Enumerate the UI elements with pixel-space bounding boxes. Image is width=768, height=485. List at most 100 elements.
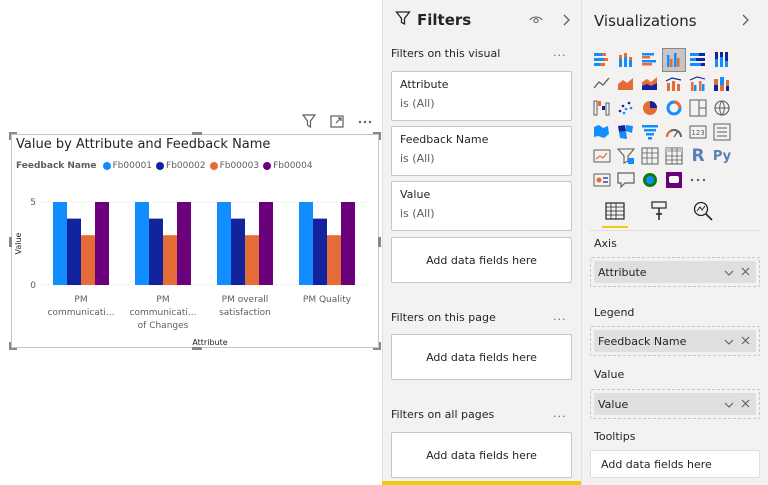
power-apps-icon[interactable] xyxy=(662,168,686,192)
filter-card-attribute[interactable]: Attribute is (All) xyxy=(391,71,572,121)
chevron-right-icon[interactable] xyxy=(561,12,573,31)
visualizations-tabs xyxy=(590,196,761,228)
tooltips-drop-zone[interactable]: Add data fields here xyxy=(590,450,760,478)
slicer-icon[interactable] xyxy=(614,144,638,168)
bar-fb00004 xyxy=(259,202,273,285)
donut-chart-icon[interactable] xyxy=(662,96,686,120)
svg-text:123: 123 xyxy=(691,129,704,137)
legend-dot xyxy=(102,162,111,170)
table-icon[interactable] xyxy=(638,144,662,168)
page-filters-drop-zone[interactable]: Add data fields here xyxy=(391,334,572,380)
bar-fb00003 xyxy=(81,235,95,285)
filters-on-visual-heading: Filters on this visual xyxy=(391,47,501,60)
filter-icon[interactable] xyxy=(300,112,318,130)
legend-item-fb00004[interactable]: Fb00004 xyxy=(263,161,313,171)
filter-card-value: is (All) xyxy=(400,207,435,220)
legend-item-fb00003[interactable]: Fb00003 xyxy=(209,161,259,171)
matrix-icon[interactable] xyxy=(662,144,686,168)
more-options-icon[interactable]: ... xyxy=(553,46,567,59)
filter-card-feedback-name[interactable]: Feedback Name is (All) xyxy=(391,126,572,176)
legend-well[interactable]: Feedback Name xyxy=(590,326,760,356)
close-icon[interactable] xyxy=(741,335,750,348)
clustered-bar-icon[interactable] xyxy=(638,48,662,72)
waterfall-icon[interactable] xyxy=(590,96,614,120)
resize-handle-bottom[interactable] xyxy=(192,347,202,350)
chevron-right-icon[interactable] xyxy=(740,12,752,31)
kpi-icon[interactable] xyxy=(590,144,614,168)
report-canvas[interactable]: Value by Attribute and Feedback Name Fee… xyxy=(0,0,382,485)
axis-well[interactable]: Attribute xyxy=(590,257,760,287)
x-tick-label: PM Quality xyxy=(303,295,352,305)
ribbon-chart-icon[interactable] xyxy=(710,72,734,96)
multi-row-card-icon[interactable] xyxy=(710,120,734,144)
funnel-icon[interactable] xyxy=(638,120,662,144)
python-visual-icon[interactable]: Py xyxy=(710,144,734,168)
r-visual-label: R xyxy=(691,146,705,166)
treemap-icon[interactable] xyxy=(686,96,710,120)
resize-handle-top-right[interactable] xyxy=(373,132,381,140)
pie-chart-icon[interactable] xyxy=(638,96,662,120)
close-icon[interactable] xyxy=(741,266,750,279)
more-visuals-icon[interactable] xyxy=(686,168,710,192)
stacked-column-icon[interactable] xyxy=(614,48,638,72)
key-influencers-icon[interactable] xyxy=(590,168,614,192)
qna-icon[interactable] xyxy=(614,168,638,192)
resize-handle-top[interactable] xyxy=(192,132,202,135)
visual-header-toolbar xyxy=(300,112,374,130)
chevron-down-icon[interactable] xyxy=(724,267,734,280)
more-options-icon[interactable]: ... xyxy=(553,310,567,323)
close-icon[interactable] xyxy=(741,398,750,411)
arcgis-icon[interactable] xyxy=(638,168,662,192)
filter-card-value[interactable]: Value is (All) xyxy=(391,181,572,231)
line-chart-icon[interactable] xyxy=(590,72,614,96)
bar-fb00002 xyxy=(231,218,245,285)
gauge-icon[interactable] xyxy=(662,120,686,144)
stacked-bar-icon[interactable] xyxy=(590,48,614,72)
scatter-icon[interactable] xyxy=(614,96,638,120)
field-name: Feedback Name xyxy=(598,334,687,348)
r-visual-icon[interactable]: R xyxy=(686,144,710,168)
filled-map-icon[interactable] xyxy=(590,120,614,144)
x-tick-label: PM xyxy=(74,295,87,305)
map-icon[interactable] xyxy=(710,96,734,120)
legend-label: Fb00001 xyxy=(112,161,153,171)
clustered-column-icon[interactable] xyxy=(662,48,686,72)
visualizations-title: Visualizations xyxy=(594,12,697,30)
value-field-pill[interactable]: Value xyxy=(594,393,756,415)
chevron-down-icon[interactable] xyxy=(724,399,734,412)
more-options-icon[interactable]: ... xyxy=(553,407,567,420)
stacked-area-icon[interactable] xyxy=(638,72,662,96)
card-icon[interactable]: 123 xyxy=(686,120,710,144)
eye-icon[interactable] xyxy=(529,12,543,31)
axis-field-pill[interactable]: Attribute xyxy=(594,261,756,283)
filters-on-page-heading: Filters on this page xyxy=(391,311,496,324)
area-chart-icon[interactable] xyxy=(614,72,638,96)
resize-handle-right[interactable] xyxy=(378,237,381,247)
format-tab-icon[interactable] xyxy=(644,196,674,226)
shape-map-icon[interactable] xyxy=(614,120,638,144)
more-options-icon[interactable] xyxy=(356,112,374,130)
tooltips-well-title: Tooltips xyxy=(594,430,636,443)
chart-legend: Feedback Name Fb00001 Fb00002 Fb00003 Fb… xyxy=(16,161,317,171)
100-stacked-bar-icon[interactable] xyxy=(686,48,710,72)
focus-mode-icon[interactable] xyxy=(328,112,346,130)
filters-pane-accent xyxy=(382,481,581,485)
bar-fb00002 xyxy=(313,218,327,285)
chevron-down-icon[interactable] xyxy=(724,336,734,349)
legend-field-pill[interactable]: Feedback Name xyxy=(594,330,756,352)
bar-fb00004 xyxy=(177,202,191,285)
line-column-icon[interactable] xyxy=(662,72,686,96)
clustered-column-visual[interactable]: Value by Attribute and Feedback Name Fee… xyxy=(9,132,381,350)
legend-item-fb00002[interactable]: Fb00002 xyxy=(156,161,206,171)
100-stacked-column-icon[interactable] xyxy=(710,48,734,72)
line-clustered-column-icon[interactable] xyxy=(686,72,710,96)
value-well[interactable]: Value xyxy=(590,389,760,419)
legend-item-fb00001[interactable]: Fb00001 xyxy=(102,161,153,171)
report-filters-drop-zone[interactable]: Add data fields here xyxy=(391,432,572,478)
y-tick-label: 5 xyxy=(30,198,36,208)
legend-title: Feedback Name xyxy=(16,161,97,171)
axis-well-title: Axis xyxy=(594,237,617,250)
fields-tab-icon[interactable] xyxy=(600,196,630,228)
analytics-tab-icon[interactable] xyxy=(688,196,718,226)
visual-filters-drop-zone[interactable]: Add data fields here xyxy=(391,237,572,283)
